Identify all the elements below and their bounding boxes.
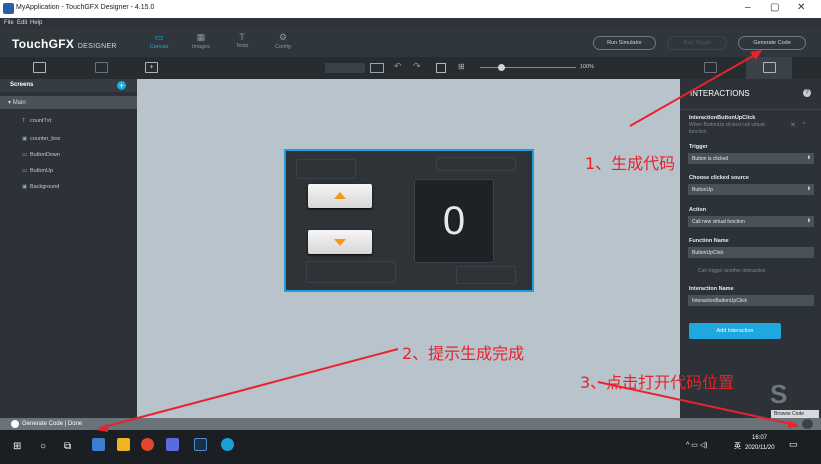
arrowhead-step1	[750, 50, 762, 60]
annotation-arrows	[96, 50, 800, 432]
arrowhead-step3	[788, 420, 800, 428]
annotation-step3: 3、点击打开代码位置	[580, 373, 735, 392]
arrowhead-step2	[96, 424, 108, 432]
arrow-step2	[99, 348, 399, 429]
arrow-step1	[629, 51, 761, 127]
annotation-step1: 1、生成代码	[585, 154, 676, 173]
annotation-step2: 2、提示生成完成	[402, 344, 525, 363]
